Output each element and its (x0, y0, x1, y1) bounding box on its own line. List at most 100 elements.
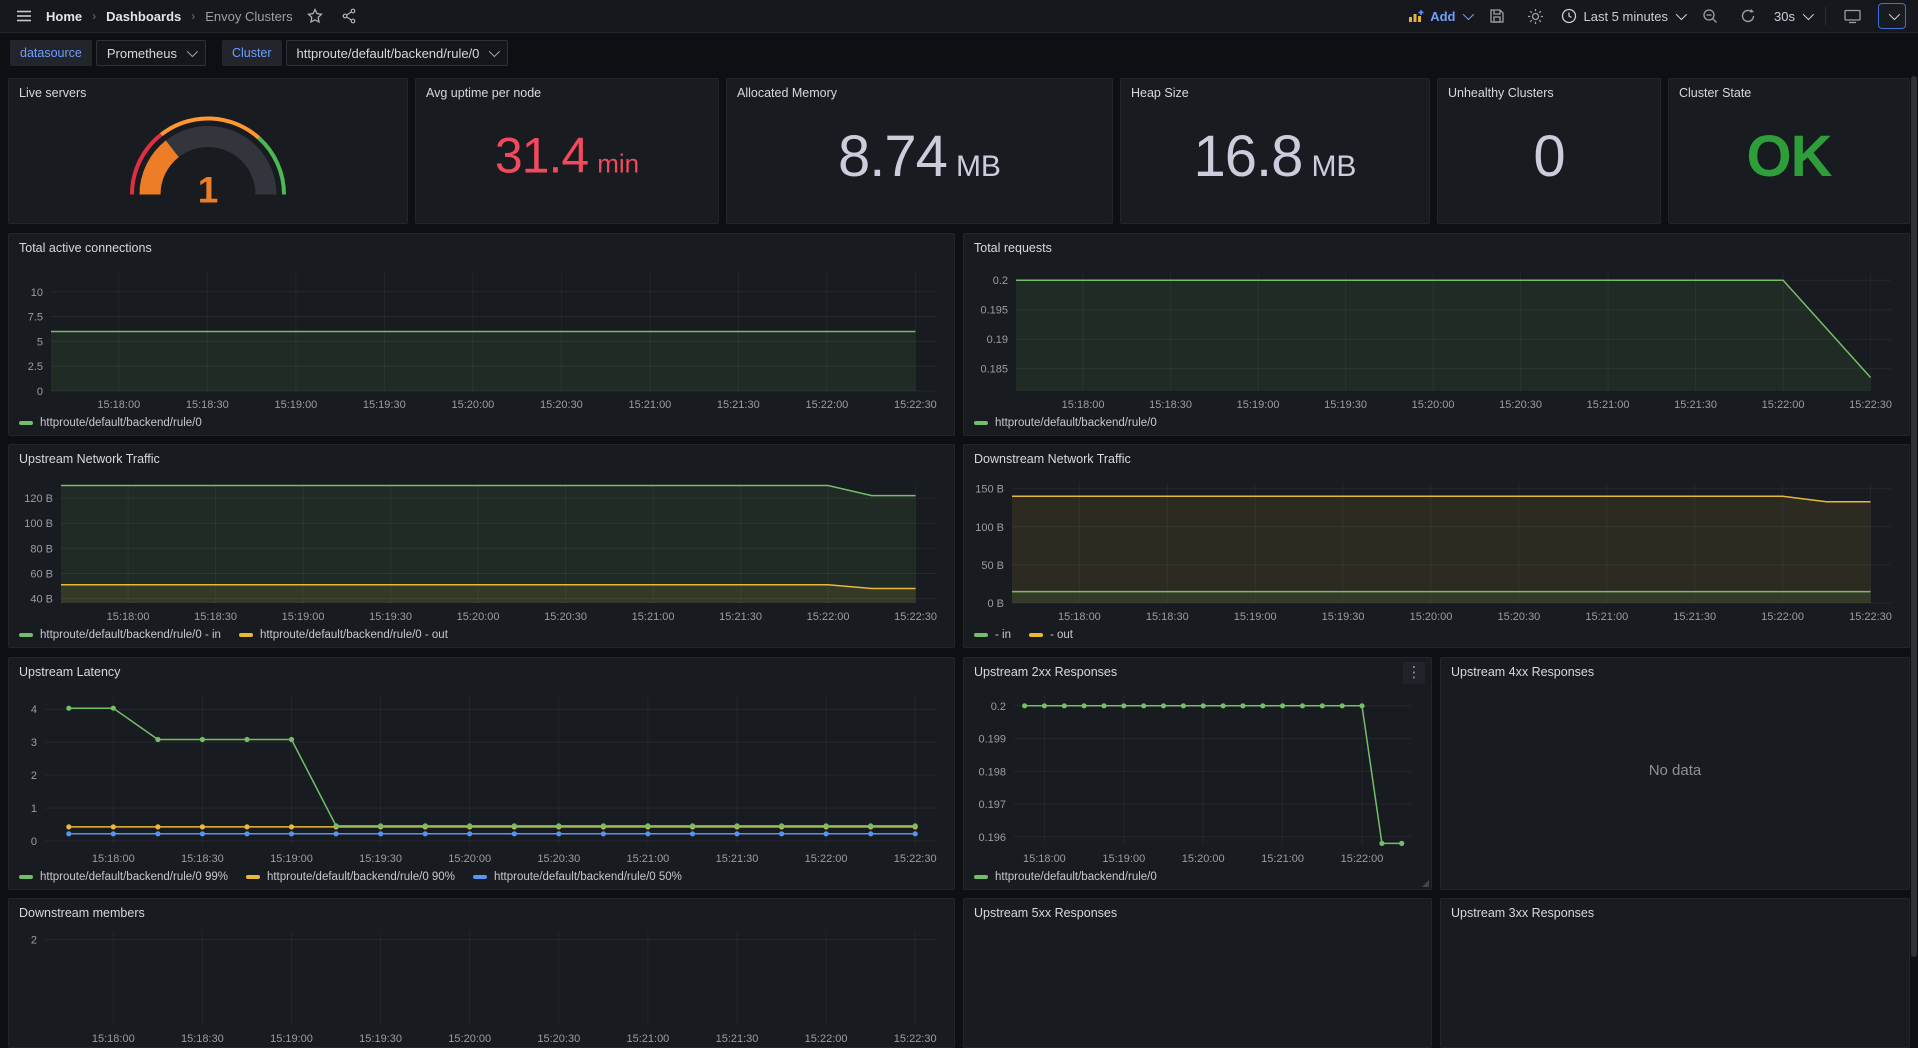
svg-text:15:20:00: 15:20:00 (1410, 611, 1453, 623)
svg-text:15:18:00: 15:18:00 (97, 399, 140, 411)
svg-text:0: 0 (37, 386, 43, 398)
panel-title[interactable]: Total active connections (9, 234, 954, 255)
panel-title[interactable]: Upstream Latency (9, 658, 954, 679)
panel-allocated-memory: Allocated Memory 8.74MB (726, 78, 1113, 224)
scrollbar-thumb[interactable] (1911, 76, 1917, 957)
dashboard-variables: datasource Prometheus Cluster httproute/… (10, 40, 508, 66)
panel-resize-handle[interactable] (1422, 880, 1429, 887)
panel-title[interactable]: Upstream 2xx Responses (964, 658, 1431, 679)
legend-swatch (473, 875, 487, 879)
favorite-button[interactable] (303, 4, 327, 28)
panel-menu-button[interactable]: ⋮ (1403, 662, 1425, 684)
time-range-label: Last 5 minutes (1583, 9, 1668, 24)
menu-button[interactable] (12, 4, 36, 28)
chevron-down-icon (1889, 9, 1900, 20)
legend-item[interactable]: httproute/default/backend/rule/0 (19, 417, 202, 429)
svg-text:15:22:00: 15:22:00 (1761, 611, 1804, 623)
share-icon (341, 8, 357, 24)
chevron-down-icon (489, 46, 500, 57)
svg-text:4: 4 (31, 704, 37, 716)
svg-text:15:22:00: 15:22:00 (805, 1033, 848, 1045)
downstream-network-traffic-chart[interactable]: 15:18:0015:18:3015:19:0015:19:3015:20:00… (970, 473, 1903, 625)
add-dropdown[interactable]: Add (1408, 9, 1471, 24)
svg-text:15:20:00: 15:20:00 (457, 611, 500, 623)
svg-text:15:22:00: 15:22:00 (807, 611, 850, 623)
upstream-network-traffic-chart[interactable]: 15:18:0015:18:3015:19:0015:19:3015:20:00… (15, 473, 948, 625)
panel-title[interactable]: Upstream Network Traffic (9, 445, 954, 466)
panel-upstream-5xx: Upstream 5xx Responses (963, 898, 1432, 1048)
svg-text:15:21:00: 15:21:00 (1587, 399, 1630, 411)
svg-text:15:20:30: 15:20:30 (537, 1033, 580, 1045)
upstream-2xx-chart[interactable]: 15:18:0015:19:0015:20:0015:21:0015:22:00… (970, 686, 1425, 867)
panel-cluster-state: Cluster State OK (1668, 78, 1910, 224)
svg-text:0.185: 0.185 (980, 364, 1008, 376)
svg-text:15:22:30: 15:22:30 (894, 1033, 937, 1045)
breadcrumb-dashboards[interactable]: Dashboards (106, 9, 181, 24)
chevron-down-icon (1803, 9, 1814, 20)
legend-item[interactable]: - out (1029, 629, 1073, 641)
total-requests-chart[interactable]: 15:18:0015:18:3015:19:0015:19:3015:20:00… (970, 262, 1903, 413)
panel-downstream-network-traffic: Downstream Network Traffic 15:18:0015:18… (963, 444, 1910, 648)
zoom-out-button[interactable] (1698, 4, 1722, 28)
panel-title[interactable]: Downstream Network Traffic (964, 445, 1909, 466)
legend-swatch (974, 875, 988, 879)
panel-title[interactable]: Upstream 4xx Responses (1441, 658, 1909, 679)
svg-text:15:19:30: 15:19:30 (369, 611, 412, 623)
panel-title[interactable]: Cluster State (1669, 79, 1909, 100)
refresh-button[interactable] (1736, 4, 1760, 28)
top-navbar: Home › Dashboards › Envoy Clusters Add L… (0, 0, 1918, 33)
panel-title[interactable]: Allocated Memory (727, 79, 1112, 100)
svg-text:15:20:30: 15:20:30 (537, 853, 580, 865)
svg-text:0.2: 0.2 (991, 701, 1006, 713)
datasource-select[interactable]: Prometheus (96, 40, 206, 66)
downstream-members-chart[interactable]: 15:18:0015:18:3015:19:0015:19:3015:20:00… (15, 927, 948, 1047)
cluster-select[interactable]: httproute/default/backend/rule/0 (286, 40, 509, 66)
legend-item[interactable]: - in (974, 629, 1011, 641)
svg-text:15:21:30: 15:21:30 (717, 399, 760, 411)
panel-title[interactable]: Avg uptime per node (416, 79, 718, 100)
panel-total-active-connections: Total active connections 15:18:0015:18:3… (8, 233, 955, 436)
legend-item[interactable]: httproute/default/backend/rule/0 90% (246, 871, 455, 883)
panel-title[interactable]: Downstream members (9, 899, 954, 920)
kebab-menu-icon: ⋮ (1407, 664, 1422, 681)
save-dashboard-button[interactable] (1485, 4, 1509, 28)
dashboard-settings-button[interactable] (1523, 4, 1547, 28)
legend-item[interactable]: httproute/default/backend/rule/0 (974, 871, 1157, 883)
clock-icon (1561, 8, 1577, 24)
time-range-picker[interactable]: Last 5 minutes (1561, 8, 1684, 24)
total-active-connections-chart[interactable]: 15:18:0015:18:3015:19:0015:19:3015:20:00… (15, 262, 948, 413)
legend-item[interactable]: httproute/default/backend/rule/0 - out (239, 629, 448, 641)
legend-item[interactable]: httproute/default/backend/rule/0 - in (19, 629, 221, 641)
breadcrumb-home[interactable]: Home (46, 9, 82, 24)
legend-item[interactable]: httproute/default/backend/rule/0 99% (19, 871, 228, 883)
svg-text:2: 2 (31, 935, 37, 947)
share-button[interactable] (337, 4, 361, 28)
panel-avg-uptime: Avg uptime per node 31.4min (415, 78, 719, 224)
upstream-latency-chart[interactable]: 15:18:0015:18:3015:19:0015:19:3015:20:00… (15, 686, 948, 867)
legend-swatch (19, 633, 33, 637)
panel-title[interactable]: Upstream 5xx Responses (964, 899, 1431, 920)
refresh-interval-dropdown[interactable]: 30s (1774, 9, 1811, 24)
toolbar-collapse-button[interactable] (1878, 3, 1906, 29)
kiosk-mode-button[interactable] (1840, 4, 1864, 28)
panel-title[interactable]: Total requests (964, 234, 1909, 255)
legend-item[interactable]: httproute/default/backend/rule/0 50% (473, 871, 682, 883)
legend-item[interactable]: httproute/default/backend/rule/0 (974, 417, 1157, 429)
panel-title[interactable]: Live servers (9, 79, 407, 100)
stat-value: 0 (1438, 123, 1660, 190)
legend-swatch (239, 633, 253, 637)
panel-title[interactable]: Unhealthy Clusters (1438, 79, 1660, 100)
panel-title[interactable]: Heap Size (1121, 79, 1429, 100)
chevron-down-icon (1463, 9, 1474, 20)
panel-total-requests: Total requests 15:18:0015:18:3015:19:001… (963, 233, 1910, 436)
breadcrumb-current: Envoy Clusters (205, 9, 292, 24)
svg-text:15:19:00: 15:19:00 (1102, 853, 1145, 865)
legend-swatch (1029, 633, 1043, 637)
svg-text:15:19:00: 15:19:00 (1237, 399, 1280, 411)
svg-text:15:21:00: 15:21:00 (1261, 853, 1304, 865)
refresh-interval-label: 30s (1774, 9, 1795, 24)
panel-live-servers: Live servers 1 (8, 78, 408, 224)
svg-text:15:18:00: 15:18:00 (1023, 853, 1066, 865)
panel-title[interactable]: Upstream 3xx Responses (1441, 899, 1909, 920)
svg-text:15:21:30: 15:21:30 (1674, 399, 1717, 411)
